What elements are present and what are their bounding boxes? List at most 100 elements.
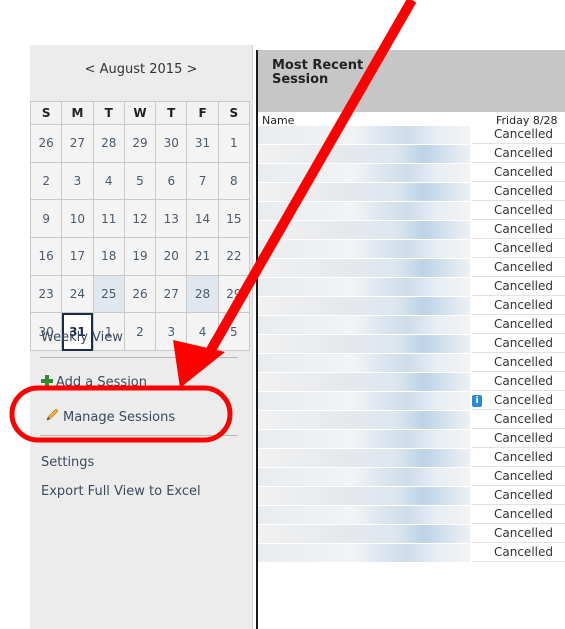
table-row[interactable]: Cancelled	[258, 316, 565, 334]
next-month-button[interactable]: >	[187, 62, 198, 77]
calendar-day[interactable]: 5	[217, 312, 251, 351]
calendar-day[interactable]: 23	[29, 274, 63, 314]
info-icon[interactable]: i	[472, 395, 482, 407]
row-divider	[472, 257, 565, 258]
calendar-week-row: 23 24 25 26 27 28 29	[29, 274, 251, 314]
row-divider	[472, 447, 565, 448]
table-row[interactable]: Cancelled	[258, 544, 565, 562]
table-row[interactable]: Cancelled	[258, 259, 565, 277]
calendar-day[interactable]: 2	[29, 161, 63, 201]
calendar-day[interactable]: 12	[123, 199, 157, 238]
row-divider	[472, 162, 565, 163]
calendar-day[interactable]: 11	[92, 199, 125, 238]
row-divider	[472, 333, 565, 334]
redacted-name	[258, 449, 470, 467]
calendar-day[interactable]: 30	[155, 124, 188, 163]
calendar-day[interactable]: 6	[155, 161, 188, 201]
manage-sessions-link[interactable]: Manage Sessions	[44, 407, 175, 425]
manage-sessions-label: Manage Sessions	[63, 410, 176, 425]
calendar-day[interactable]: 29	[123, 124, 157, 163]
redacted-name	[258, 278, 470, 296]
calendar-day[interactable]: 2	[123, 312, 157, 351]
weekday-header: S	[29, 101, 63, 125]
calendar-day[interactable]: 25	[92, 274, 125, 314]
add-session-link[interactable]: Add a Session	[41, 375, 147, 390]
table-row[interactable]: Cancelled	[258, 411, 565, 429]
table-row[interactable]: i Cancelled	[258, 392, 565, 410]
calendar-day[interactable]: 26	[29, 124, 63, 163]
table-row[interactable]: Cancelled	[258, 373, 565, 391]
table-row[interactable]: Cancelled	[258, 335, 565, 353]
calendar-day[interactable]: 18	[92, 236, 125, 276]
table-row[interactable]: Cancelled	[258, 297, 565, 315]
redacted-name	[258, 297, 470, 315]
table-row[interactable]: Cancelled	[258, 449, 565, 467]
calendar-day[interactable]: 8	[217, 161, 251, 201]
calendar-day[interactable]: 27	[155, 274, 188, 314]
calendar-day[interactable]: 9	[29, 199, 63, 238]
calendar-day[interactable]: 19	[123, 236, 157, 276]
session-status: Cancelled	[494, 203, 553, 217]
table-row[interactable]: Cancelled	[258, 183, 565, 201]
calendar-day[interactable]: 28	[92, 124, 125, 163]
redacted-name	[258, 183, 470, 201]
settings-link[interactable]: Settings	[41, 455, 94, 470]
pencil-icon	[46, 408, 59, 421]
redacted-name	[258, 164, 470, 182]
session-status: Cancelled	[494, 374, 553, 388]
weekly-view-link[interactable]: Weekly View	[41, 330, 123, 345]
row-divider	[472, 504, 565, 505]
calendar-day[interactable]: 3	[61, 161, 94, 201]
table-row[interactable]: Cancelled	[258, 145, 565, 163]
export-excel-link[interactable]: Export Full View to Excel	[41, 484, 201, 499]
calendar-day[interactable]: 28	[186, 274, 219, 314]
row-divider	[472, 542, 565, 543]
calendar-day[interactable]: 14	[186, 199, 219, 238]
table-row[interactable]: Cancelled	[258, 202, 565, 220]
redacted-name	[258, 487, 470, 505]
row-divider	[472, 371, 565, 372]
calendar-day[interactable]: 10	[61, 199, 94, 238]
redacted-name	[258, 411, 470, 429]
calendar-day[interactable]: 16	[29, 236, 63, 276]
calendar-day[interactable]: 1	[217, 124, 251, 163]
calendar-day[interactable]: 4	[92, 161, 125, 201]
redacted-name	[258, 430, 470, 448]
redacted-name	[258, 354, 470, 372]
table-row[interactable]: Cancelled	[258, 164, 565, 182]
row-divider	[472, 428, 565, 429]
table-row[interactable]: Cancelled	[258, 525, 565, 543]
row-divider	[472, 485, 565, 486]
calendar-day[interactable]: 13	[155, 199, 188, 238]
calendar-day[interactable]: 5	[123, 161, 157, 201]
prev-month-button[interactable]: <	[85, 62, 96, 77]
table-row[interactable]: Cancelled	[258, 221, 565, 239]
calendar-day[interactable]: 3	[155, 312, 188, 351]
redacted-name	[258, 145, 470, 163]
calendar-day[interactable]: 4	[186, 312, 219, 351]
calendar-day[interactable]: 21	[186, 236, 219, 276]
calendar-day[interactable]: 20	[155, 236, 188, 276]
weekday-header: F	[186, 101, 219, 125]
calendar-day[interactable]: 31	[186, 124, 219, 163]
calendar-day[interactable]: 29	[217, 274, 251, 314]
redacted-name	[258, 259, 470, 277]
table-row[interactable]: Cancelled	[258, 487, 565, 505]
row-divider	[472, 409, 565, 410]
table-row[interactable]: Cancelled	[258, 240, 565, 258]
calendar-day[interactable]: 27	[61, 124, 94, 163]
calendar-day[interactable]: 22	[217, 236, 251, 276]
table-row[interactable]: Cancelled	[258, 278, 565, 296]
calendar-day[interactable]: 26	[123, 274, 157, 314]
table-row[interactable]: Cancelled	[258, 126, 565, 144]
weekday-header: T	[155, 101, 188, 125]
table-row[interactable]: Cancelled	[258, 468, 565, 486]
calendar-day[interactable]: 15	[217, 199, 251, 238]
table-row[interactable]: Cancelled	[258, 506, 565, 524]
calendar-day[interactable]: 24	[61, 274, 94, 314]
calendar-day[interactable]: 7	[186, 161, 219, 201]
table-row[interactable]: Cancelled	[258, 354, 565, 372]
calendar-day[interactable]: 17	[61, 236, 94, 276]
row-divider	[472, 314, 565, 315]
table-row[interactable]: Cancelled	[258, 430, 565, 448]
